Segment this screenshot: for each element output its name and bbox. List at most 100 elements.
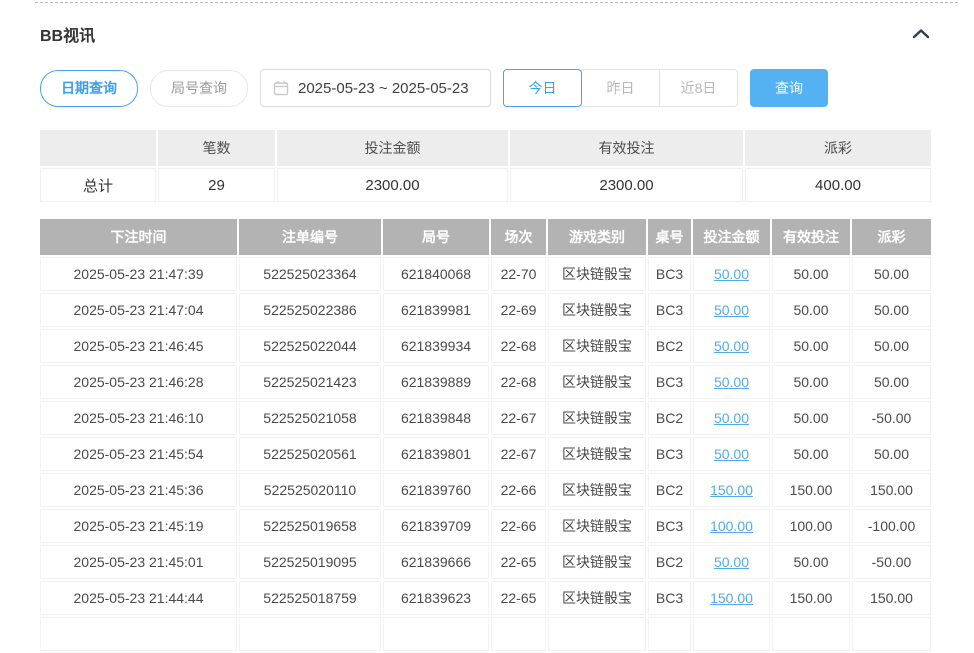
table-row: 2025-05-23 21:46:10522525021058621839848…	[40, 401, 931, 435]
records-header-payout: 派彩	[852, 219, 931, 255]
quick-range-today[interactable]: 今日	[503, 69, 582, 107]
summary-header-cell	[40, 130, 156, 166]
cell-bet-time: 2025-05-23 21:46:10	[40, 401, 237, 435]
cell-payout: -50.00	[852, 401, 931, 435]
table-row: 2025-05-23 21:46:45522525022044621839934…	[40, 329, 931, 363]
cell-round-number: 621840068	[383, 257, 489, 291]
table-row: 2025-05-23 21:45:19522525019658621839709…	[40, 509, 931, 543]
cell-payout: 50.00	[852, 329, 931, 363]
tab-date-query[interactable]: 日期查询	[40, 70, 138, 107]
date-range-value: 2025-05-23 ~ 2025-05-23	[298, 80, 469, 97]
cell-valid-bet: 150.00	[772, 581, 850, 615]
cell-table-number: BC2	[648, 401, 691, 435]
summary-total-value: 400.00	[745, 168, 931, 202]
quick-range-last8days[interactable]: 近8日	[659, 69, 738, 107]
cell-clipped	[648, 617, 691, 651]
bet-amount-link[interactable]: 50.00	[714, 554, 749, 570]
cell-valid-bet: 50.00	[772, 437, 850, 471]
cell-payout: 50.00	[852, 365, 931, 399]
cell-order-number: 522525020561	[239, 437, 381, 471]
cell-session: 22-67	[491, 401, 546, 435]
cell-order-number: 522525023364	[239, 257, 381, 291]
bet-amount-link[interactable]: 50.00	[714, 410, 749, 426]
bet-amount-link[interactable]: 50.00	[714, 302, 749, 318]
table-row	[40, 617, 931, 651]
bet-amount-link[interactable]: 50.00	[714, 446, 749, 462]
records-table: 下注时间注单编号局号场次游戏类别桌号投注金额有效投注派彩 2025-05-23 …	[38, 217, 933, 653]
cell-table-number: BC3	[648, 509, 691, 543]
cell-bet-time: 2025-05-23 21:44:44	[40, 581, 237, 615]
cell-valid-bet: 100.00	[772, 509, 850, 543]
cell-order-number: 522525021423	[239, 365, 381, 399]
cell-clipped	[548, 617, 646, 651]
bet-amount-link[interactable]: 150.00	[710, 482, 753, 498]
cell-bet-amount: 50.00	[693, 329, 770, 363]
cell-round-number: 621839623	[383, 581, 489, 615]
cell-round-number: 621839709	[383, 509, 489, 543]
table-row: 2025-05-23 21:45:54522525020561621839801…	[40, 437, 931, 471]
cell-round-number: 621839848	[383, 401, 489, 435]
search-button[interactable]: 查询	[750, 69, 828, 107]
bet-amount-link[interactable]: 50.00	[714, 266, 749, 282]
summary-total-row: 总计292300.002300.00400.00	[40, 168, 931, 202]
cell-order-number: 522525022044	[239, 329, 381, 363]
records-header-game-type: 游戏类别	[548, 219, 646, 255]
bet-amount-link[interactable]: 50.00	[714, 338, 749, 354]
records-header-row: 下注时间注单编号局号场次游戏类别桌号投注金额有效投注派彩	[40, 219, 931, 255]
cell-order-number: 522525021058	[239, 401, 381, 435]
cell-session: 22-65	[491, 545, 546, 579]
collapse-chevron-up-icon[interactable]	[912, 28, 930, 40]
cell-table-number: BC3	[648, 293, 691, 327]
cell-game-type: 区块链骰宝	[548, 509, 646, 543]
cell-order-number: 522525019658	[239, 509, 381, 543]
cell-payout: 50.00	[852, 293, 931, 327]
bet-amount-link[interactable]: 150.00	[710, 590, 753, 606]
cell-session: 22-69	[491, 293, 546, 327]
quick-range-yesterday[interactable]: 昨日	[581, 69, 660, 107]
cell-valid-bet: 50.00	[772, 329, 850, 363]
cell-bet-amount: 50.00	[693, 257, 770, 291]
cell-bet-amount: 50.00	[693, 365, 770, 399]
cell-session: 22-65	[491, 581, 546, 615]
cell-game-type: 区块链骰宝	[548, 257, 646, 291]
cell-game-type: 区块链骰宝	[548, 473, 646, 507]
panel-title: BB视讯	[40, 22, 95, 46]
cell-session: 22-66	[491, 509, 546, 543]
records-header-table-number: 桌号	[648, 219, 691, 255]
cell-session: 22-68	[491, 365, 546, 399]
bet-amount-link[interactable]: 50.00	[714, 374, 749, 390]
cell-order-number: 522525018759	[239, 581, 381, 615]
records-header-session: 场次	[491, 219, 546, 255]
cell-bet-amount: 150.00	[693, 581, 770, 615]
cell-order-number: 522525022386	[239, 293, 381, 327]
date-range-input[interactable]: 2025-05-23 ~ 2025-05-23	[260, 69, 491, 107]
cell-round-number: 621839801	[383, 437, 489, 471]
cell-table-number: BC3	[648, 257, 691, 291]
cell-table-number: BC3	[648, 581, 691, 615]
cell-payout: 50.00	[852, 257, 931, 291]
cell-session: 22-66	[491, 473, 546, 507]
cell-payout: 150.00	[852, 581, 931, 615]
cell-table-number: BC3	[648, 437, 691, 471]
tab-round-query[interactable]: 局号查询	[150, 70, 248, 107]
bet-amount-link[interactable]: 100.00	[710, 518, 753, 534]
cell-game-type: 区块链骰宝	[548, 581, 646, 615]
cell-bet-amount: 100.00	[693, 509, 770, 543]
records-body: 2025-05-23 21:47:39522525023364621840068…	[40, 257, 931, 651]
bet-records-panel: BB视讯 日期查询 局号查询 2025-05-23 ~ 2025-05-23 今…	[0, 2, 974, 653]
table-row: 2025-05-23 21:45:01522525019095621839666…	[40, 545, 931, 579]
cell-session: 22-70	[491, 257, 546, 291]
cell-game-type: 区块链骰宝	[548, 365, 646, 399]
cell-valid-bet: 50.00	[772, 293, 850, 327]
cell-session: 22-67	[491, 437, 546, 471]
cell-bet-time: 2025-05-23 21:45:01	[40, 545, 237, 579]
records-header-order-number: 注单编号	[239, 219, 381, 255]
summary-table: 笔数投注金额有效投注派彩 总计292300.002300.00400.00	[38, 128, 933, 204]
cell-payout: -50.00	[852, 545, 931, 579]
cell-order-number: 522525020110	[239, 473, 381, 507]
table-row: 2025-05-23 21:44:44522525018759621839623…	[40, 581, 931, 615]
cell-game-type: 区块链骰宝	[548, 437, 646, 471]
cell-game-type: 区块链骰宝	[548, 329, 646, 363]
cell-payout: -100.00	[852, 509, 931, 543]
table-row: 2025-05-23 21:47:04522525022386621839981…	[40, 293, 931, 327]
